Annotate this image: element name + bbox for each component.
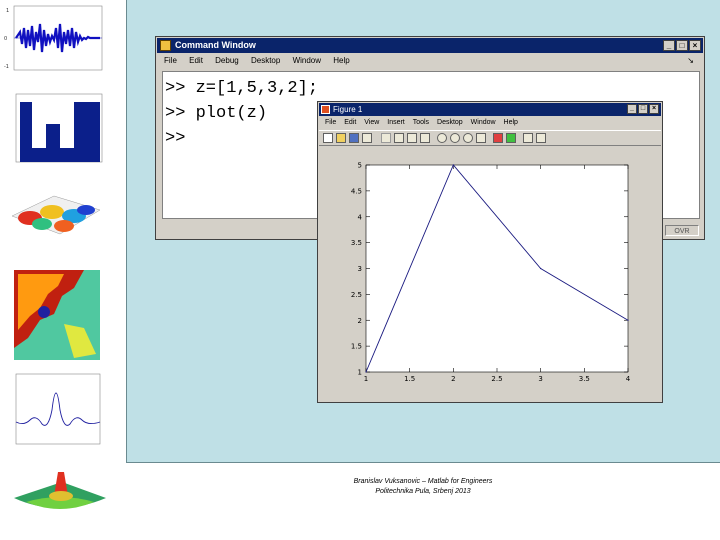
x-tick-label: 3.5: [579, 375, 590, 383]
data-point: [365, 371, 367, 373]
footer-line-2: Politechnika Pula, Srbenj 2013: [375, 488, 471, 495]
x-tick-label: 1.5: [404, 375, 415, 383]
data-point: [540, 267, 542, 270]
y-tick-label: 2.5: [351, 291, 362, 299]
y-tick-label: 4: [358, 213, 363, 221]
x-tick-label: 3: [538, 375, 542, 383]
x-tick-label: 2.5: [491, 375, 502, 383]
y-tick-label: 3.5: [351, 239, 362, 247]
data-point: [627, 319, 629, 321]
y-tick-label: 2: [358, 317, 362, 325]
x-tick-label: 2: [451, 375, 455, 383]
y-tick-label: 1.5: [351, 343, 362, 351]
plot-axes[interactable]: 1 1.5 2 2.5 3 3.5 4 4.5 5 1 1.5 2 2.5 3 3.5 4: [0, 0, 720, 540]
y-tick-label: 5: [358, 162, 362, 170]
footer-line-1: Branislav Vuksanovic – Matlab for Engine…: [353, 478, 493, 485]
x-tick-label: 1: [364, 375, 368, 383]
y-tick-label: 3: [358, 265, 362, 273]
x-tick-label: 4: [626, 375, 631, 383]
data-point: [452, 164, 454, 166]
y-tick-label: 4.5: [351, 187, 362, 195]
y-tick-label: 1: [358, 369, 362, 377]
plot-area: [365, 164, 629, 373]
